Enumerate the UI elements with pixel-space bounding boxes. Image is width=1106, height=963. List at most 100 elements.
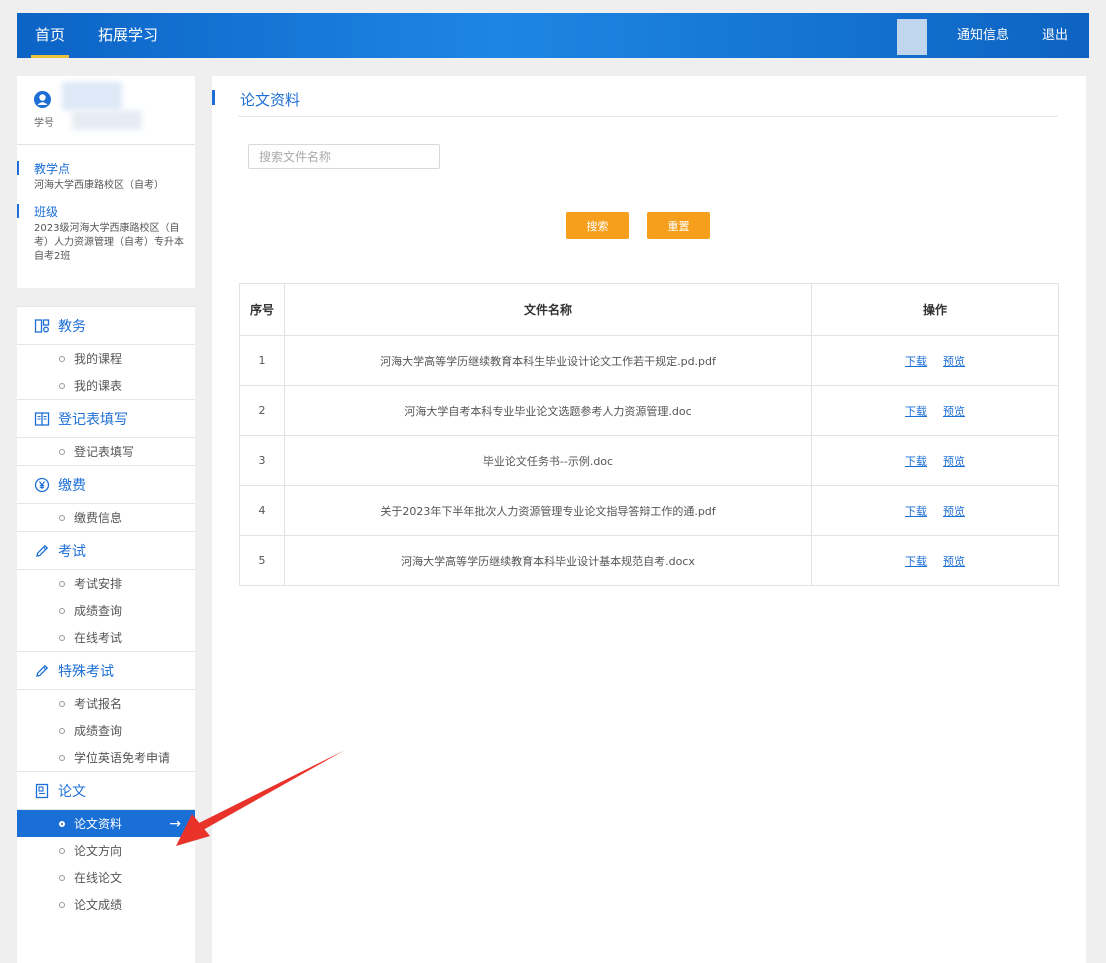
- table-row: 5 河海大学高等学历继续教育本科毕业设计基本规范自考.docx 下载 预览: [239, 535, 1059, 586]
- download-link[interactable]: 下载: [905, 505, 927, 518]
- menu-item-label: 我的课程: [74, 352, 123, 366]
- download-link[interactable]: 下载: [905, 405, 927, 418]
- bullet-dot-icon: [59, 514, 65, 521]
- top-navigation-bar: 首页 拓展学习 通知信息 退出: [17, 13, 1089, 58]
- row-actions: 下载 预览: [811, 335, 1059, 386]
- column-header-file-name: 文件名称: [284, 283, 812, 336]
- preview-link[interactable]: 预览: [943, 405, 965, 418]
- row-index: 3: [239, 435, 285, 486]
- nav-home-link[interactable]: 首页: [31, 13, 70, 58]
- grid-icon: [34, 318, 50, 334]
- menu-item-exam-schedule[interactable]: 考试安排: [17, 570, 195, 597]
- menu-item-label: 缴费信息: [74, 511, 123, 525]
- preview-link[interactable]: 预览: [943, 505, 965, 518]
- search-input[interactable]: [248, 144, 440, 169]
- row-actions: 下载 预览: [811, 485, 1059, 536]
- menu-section-thesis[interactable]: 论文: [17, 771, 195, 810]
- document-icon: [34, 783, 50, 799]
- menu-section-exam[interactable]: 考试: [17, 531, 195, 570]
- preview-link[interactable]: 预览: [943, 355, 965, 368]
- class-block: 班级 2023级河海大学西康路校区（自考）人力资源管理（自考）专升本自考2班: [17, 203, 195, 264]
- menu-item-label: 在线考试: [74, 631, 123, 645]
- menu-item-english-exemption[interactable]: 学位英语免考申请: [17, 744, 195, 771]
- row-index: 5: [239, 535, 285, 586]
- notice-link[interactable]: 通知信息: [957, 13, 1009, 58]
- row-index: 2: [239, 385, 285, 436]
- menu-item-label: 论文方向: [74, 844, 123, 858]
- menu-item-exam-signup[interactable]: 考试报名: [17, 690, 195, 717]
- preview-link[interactable]: 预览: [943, 455, 965, 468]
- bullet-dot-icon: [59, 634, 65, 641]
- pencil-icon: [34, 663, 50, 679]
- row-actions: 下载 预览: [811, 385, 1059, 436]
- download-link[interactable]: 下载: [905, 555, 927, 568]
- download-link[interactable]: 下载: [905, 355, 927, 368]
- menu-item-label: 成绩查询: [74, 604, 123, 618]
- row-index: 4: [239, 485, 285, 536]
- menu-item-label: 论文资料: [74, 817, 123, 831]
- menu-item-payment-info[interactable]: 缴费信息: [17, 504, 195, 531]
- menu-section-label: 考试: [58, 543, 86, 560]
- main-panel: 论文资料 搜索 重置 序号 文件名称 操作 1 河海大学高等学历继续教育本科生毕…: [212, 76, 1086, 963]
- table-row: 1 河海大学高等学历继续教育本科生毕业设计论文工作若干规定.pd.pdf 下载 预…: [239, 335, 1059, 386]
- menu-item-label: 登记表填写: [74, 445, 135, 459]
- page-title: 论文资料: [240, 91, 301, 109]
- row-file-name: 河海大学高等学历继续教育本科毕业设计基本规范自考.docx: [284, 535, 812, 586]
- class-label: 班级: [17, 203, 195, 220]
- menu-item-score-query[interactable]: 成绩查询: [17, 597, 195, 624]
- menu-item-label: 论文成绩: [74, 898, 123, 912]
- blurred-name: [62, 82, 122, 110]
- bullet-dot-icon: [59, 874, 65, 881]
- menu-section-label: 教务: [58, 318, 86, 335]
- menu-item-my-courses[interactable]: 我的课程: [17, 345, 195, 372]
- bullet-dot-icon: [59, 754, 65, 761]
- nav-extend-link[interactable]: 拓展学习: [98, 13, 158, 58]
- bullet-dot-icon: [59, 448, 65, 455]
- menu-item-thesis-materials[interactable]: 论文资料 →: [17, 810, 195, 837]
- profile-divider: [17, 144, 195, 145]
- row-file-name: 河海大学自考本科专业毕业论文选题参考人力资源管理.doc: [284, 385, 812, 436]
- active-nav-underline: [31, 55, 70, 58]
- menu-section-special-exam[interactable]: 特殊考试: [17, 651, 195, 690]
- menu-item-thesis-direction[interactable]: 论文方向: [17, 837, 195, 864]
- bullet-dot-icon: [59, 901, 65, 908]
- menu-item-label: 成绩查询: [74, 724, 123, 738]
- logout-link[interactable]: 退出: [1042, 13, 1068, 58]
- bullet-dot-icon: [59, 382, 65, 389]
- row-index: 1: [239, 335, 285, 386]
- menu-item-online-exam[interactable]: 在线考试: [17, 624, 195, 651]
- menu-item-label: 考试报名: [74, 697, 123, 711]
- menu-section-label: 特殊考试: [58, 663, 114, 680]
- teaching-center-block: 教学点 河海大学西康路校区（自考）: [17, 160, 195, 193]
- menu-item-registration-form[interactable]: 登记表填写: [17, 438, 195, 465]
- title-divider: [238, 116, 1058, 117]
- menu-section-payment[interactable]: 缴费: [17, 465, 195, 504]
- menu-item-online-thesis[interactable]: 在线论文: [17, 864, 195, 891]
- user-avatar[interactable]: [897, 19, 927, 55]
- menu-section-registration[interactable]: 登记表填写: [17, 399, 195, 438]
- student-id-label: 学号: [34, 118, 54, 129]
- menu-section-label: 缴费: [58, 477, 86, 494]
- preview-link[interactable]: 预览: [943, 555, 965, 568]
- menu-item-label: 学位英语免考申请: [74, 751, 171, 765]
- search-button[interactable]: 搜索: [566, 212, 629, 239]
- download-link[interactable]: 下载: [905, 455, 927, 468]
- reset-button[interactable]: 重置: [647, 212, 710, 239]
- row-file-name: 毕业论文任务书--示例.doc: [284, 435, 812, 486]
- table-row: 2 河海大学自考本科专业毕业论文选题参考人力资源管理.doc 下载 预览: [239, 385, 1059, 436]
- menu-item-my-schedule[interactable]: 我的课表: [17, 372, 195, 399]
- bullet-dot-icon: [59, 580, 65, 587]
- menu-item-thesis-score[interactable]: 论文成绩: [17, 891, 195, 918]
- teaching-center-label: 教学点: [17, 160, 195, 177]
- bullet-dot-icon: [59, 607, 65, 614]
- book-icon: [34, 411, 50, 427]
- bullet-dot-icon: [59, 820, 65, 827]
- menu-section-academic[interactable]: 教务: [17, 306, 195, 345]
- row-actions: 下载 预览: [811, 535, 1059, 586]
- table-header-row: 序号 文件名称 操作: [239, 283, 1059, 336]
- class-value: 2023级河海大学西康路校区（自考）人力资源管理（自考）专升本自考2班: [34, 223, 184, 262]
- menu-section-label: 登记表填写: [58, 411, 128, 428]
- menu-item-special-score-query[interactable]: 成绩查询: [17, 717, 195, 744]
- title-accent-bar: [212, 90, 215, 105]
- menu-item-label: 我的课表: [74, 379, 123, 393]
